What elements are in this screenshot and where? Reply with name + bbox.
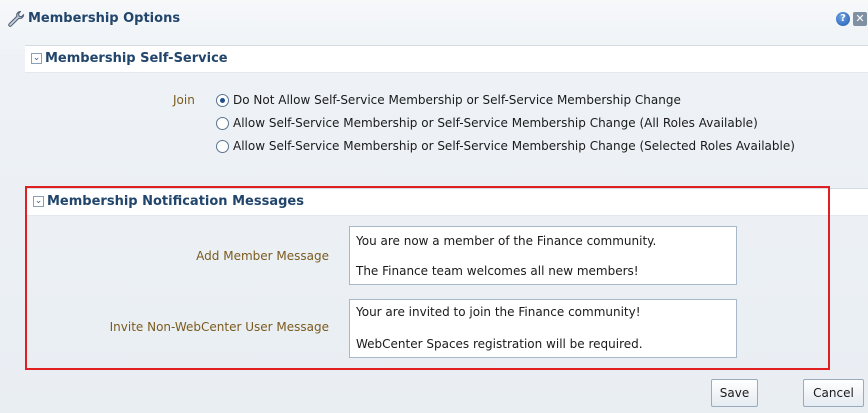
radio-label: Allow Self-Service Membership or Self-Se… [233,116,758,130]
dialog-title-bar: Membership Options ? ✕ [0,0,868,40]
radio-button[interactable] [216,117,229,130]
save-button[interactable]: Save [711,379,758,407]
join-label: Join [173,93,195,107]
highlight-box [25,186,830,370]
self-service-section-header[interactable]: ⌄ Membership Self-Service [25,45,868,73]
radio-button[interactable] [216,140,229,153]
radio-label: Allow Self-Service Membership or Self-Se… [233,139,795,153]
membership-options-dialog: Membership Options ? ✕ ⌄ Membership Self… [0,0,868,413]
cancel-button[interactable]: Cancel [803,379,864,407]
wrench-icon [6,9,26,29]
radio-button[interactable] [216,94,229,107]
help-icon[interactable]: ? [836,12,850,26]
close-icon[interactable]: ✕ [853,12,867,26]
self-service-section-title: Membership Self-Service [45,51,228,66]
chevron-down-icon[interactable]: ⌄ [31,53,42,64]
dialog-title: Membership Options [28,11,181,26]
radio-label: Do Not Allow Self-Service Membership or … [233,93,681,107]
